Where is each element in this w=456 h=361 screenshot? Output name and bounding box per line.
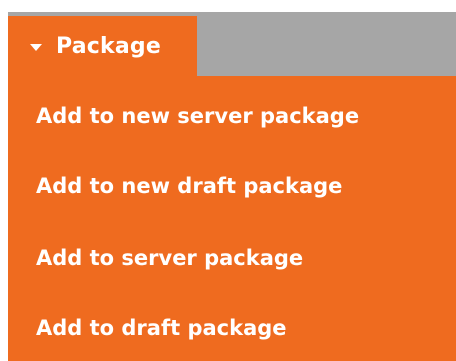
caret-down-icon bbox=[30, 43, 42, 51]
package-menu-container: Package Add to new server package Add to… bbox=[0, 0, 456, 361]
package-menu-title: Package bbox=[56, 33, 161, 59]
menu-item-add-to-server-package[interactable]: Add to server package bbox=[36, 246, 303, 270]
package-menu-toggle[interactable]: Package bbox=[8, 16, 197, 76]
menu-item-add-to-draft-package[interactable]: Add to draft package bbox=[36, 316, 287, 340]
menu-item-add-to-new-server-package[interactable]: Add to new server package bbox=[36, 104, 359, 128]
menu-item-add-to-new-draft-package[interactable]: Add to new draft package bbox=[36, 174, 342, 198]
package-menu-dropdown: Add to new server package Add to new dra… bbox=[8, 76, 456, 361]
